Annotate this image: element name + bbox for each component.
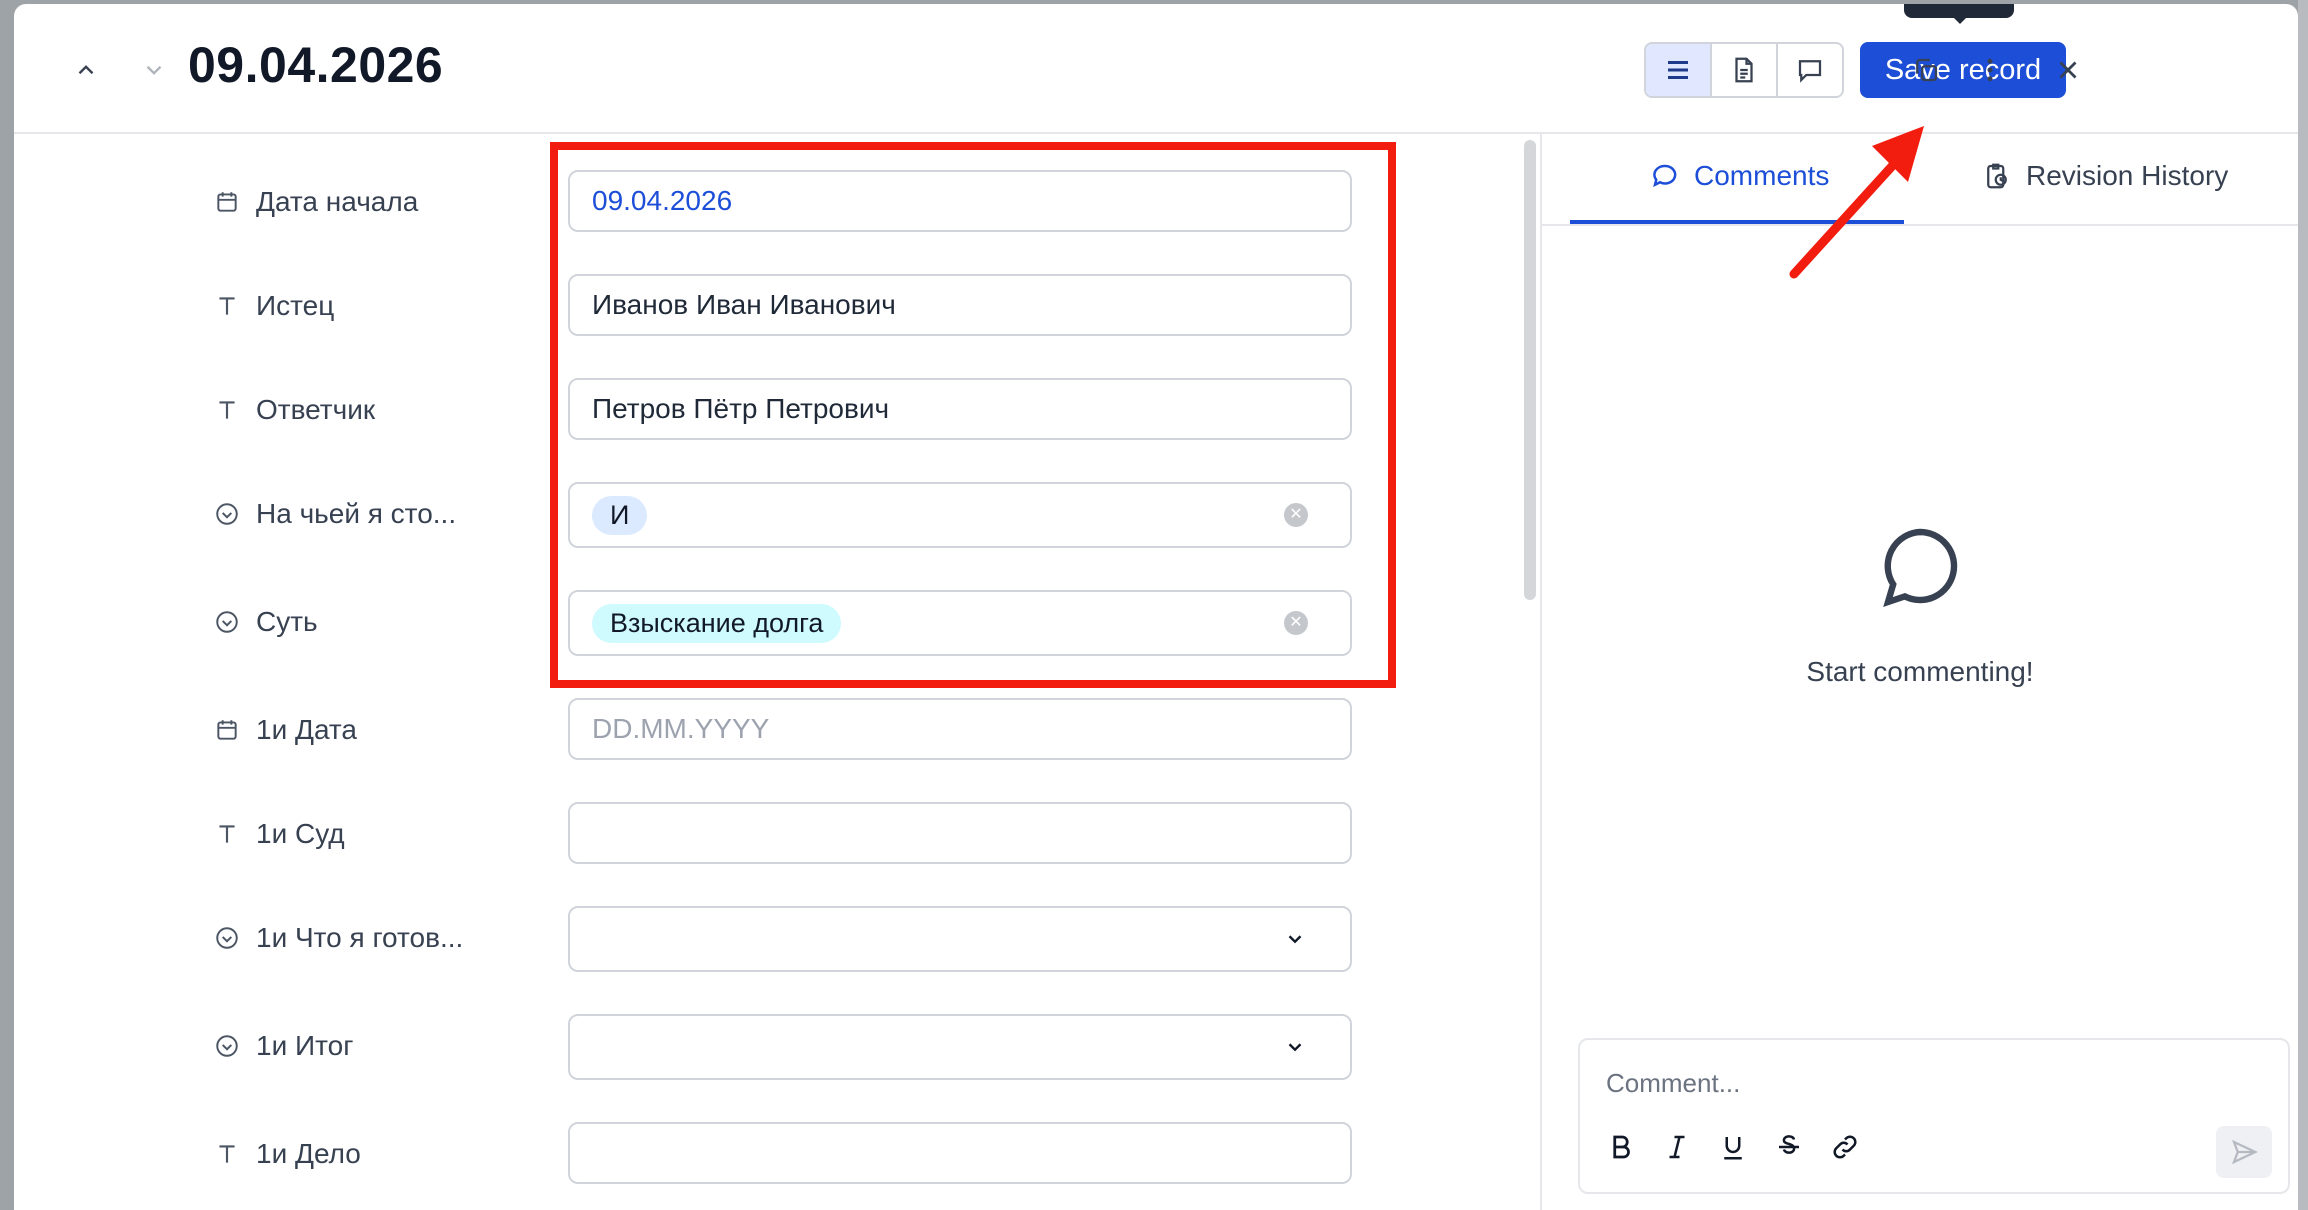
save-record-button[interactable]: Save record (1860, 42, 2066, 98)
strikethrough-icon (1779, 1135, 1799, 1154)
field-label: 1и Итог (214, 1030, 353, 1062)
first-instance-result-select[interactable] (568, 1014, 1352, 1080)
select-icon (216, 927, 238, 949)
chevron-down-icon (1288, 935, 1302, 944)
underline-icon (1724, 1137, 1742, 1160)
fields-view-button[interactable] (1646, 44, 1712, 96)
link-button[interactable] (1830, 1132, 1860, 1162)
bold-icon (1613, 1135, 1630, 1159)
field-label-text: 1и Дело (256, 1138, 361, 1169)
close-button[interactable] (2046, 48, 2090, 92)
strikethrough-button[interactable] (1774, 1132, 1804, 1162)
field-label: Суть (214, 606, 318, 638)
annotation-arrow (1789, 126, 1924, 279)
field-label: Ответчик (214, 394, 375, 426)
field-label: На чьей я сто... (214, 498, 456, 530)
comments-panel: Comments Revision History Start commenti… (1542, 134, 2298, 1210)
comments-view-button[interactable] (1778, 44, 1842, 96)
chevron-down-icon (1288, 1043, 1302, 1052)
form-scrollbar[interactable] (1524, 140, 1536, 600)
view-mode-group (1644, 42, 1844, 98)
text-icon (219, 1145, 235, 1163)
next-record-button[interactable] (134, 50, 174, 90)
field-label: Дата начала (214, 186, 418, 218)
field-label-text: На чьей я сто... (256, 498, 457, 529)
chat-bubble-icon (1883, 528, 1958, 607)
select-icon (216, 503, 238, 525)
select-icon (216, 611, 238, 633)
copy-icon (1916, 58, 1938, 82)
modal-header: 09.04.2026 Save record (14, 4, 2298, 134)
format-toolbar (1606, 1132, 1860, 1162)
field-label: 1и Дело (214, 1138, 361, 1170)
first-instance-court-input[interactable] (568, 802, 1352, 864)
italic-icon (1669, 1135, 1685, 1159)
record-modal: 09.04.2026 Save record Дата начала 09.04… (14, 4, 2298, 1210)
calendar-icon (217, 192, 237, 212)
field-label: 1и Суд (214, 818, 345, 850)
field-label-text: 1и Дата (256, 714, 357, 745)
link-icon (1833, 1135, 1857, 1159)
field-label: 1и Дата (214, 714, 357, 746)
previous-record-button[interactable] (66, 50, 106, 90)
tab-label: Revision History (2026, 160, 2229, 191)
text-icon (219, 297, 235, 315)
history-icon (1987, 163, 2007, 189)
more-options-button[interactable] (1968, 48, 2012, 92)
italic-button[interactable] (1662, 1132, 1692, 1162)
field-label: Истец (214, 290, 334, 322)
background-right-edge (2298, 0, 2308, 1210)
comment-composer: Comment... (1578, 1038, 2290, 1194)
tab-revision-history[interactable]: Revision History (1982, 160, 2228, 192)
document-icon (1735, 57, 1753, 83)
calendar-icon (217, 720, 237, 740)
first-instance-case-input[interactable] (568, 1122, 1352, 1184)
document-view-button[interactable] (1712, 44, 1778, 96)
field-label: 1и Что я готов... (214, 922, 463, 954)
tooltip (1904, 4, 2014, 24)
comment-input[interactable]: Comment... (1606, 1068, 1740, 1099)
list-icon (1668, 61, 1688, 79)
more-vertical-icon (1987, 58, 1993, 82)
field-label-text: Ответчик (256, 394, 376, 425)
field-label-text: 1и Что я готов... (256, 922, 464, 953)
field-label-text: Суть (256, 606, 318, 637)
first-instance-ready-select[interactable] (568, 906, 1352, 972)
field-label-text: 1и Суд (256, 818, 345, 849)
bold-button[interactable] (1606, 1132, 1636, 1162)
empty-state-text: Start commenting! (1806, 656, 2034, 687)
chat-icon (1653, 164, 1677, 188)
send-comment-button[interactable] (2216, 1126, 2272, 1178)
field-label-text: 1и Итог (256, 1030, 354, 1061)
select-icon (216, 1035, 238, 1057)
text-icon (219, 401, 235, 419)
chevron-down-icon (146, 65, 162, 75)
page-title: 09.04.2026 (188, 37, 444, 93)
field-label-text: Истец (256, 290, 335, 321)
field-label-text: Дата начала (256, 186, 419, 217)
comment-icon (1798, 60, 1822, 83)
first-instance-date-input[interactable]: DD.MM.YYYY (568, 698, 1352, 760)
duplicate-button[interactable] (1904, 48, 1948, 92)
chevron-up-icon (78, 65, 94, 75)
underline-button[interactable] (1718, 1132, 1748, 1162)
close-icon (2059, 61, 2077, 79)
background-page-edge (0, 0, 14, 1210)
text-icon (219, 825, 235, 843)
highlight-box (550, 142, 1396, 688)
send-icon (2231, 1139, 2258, 1165)
